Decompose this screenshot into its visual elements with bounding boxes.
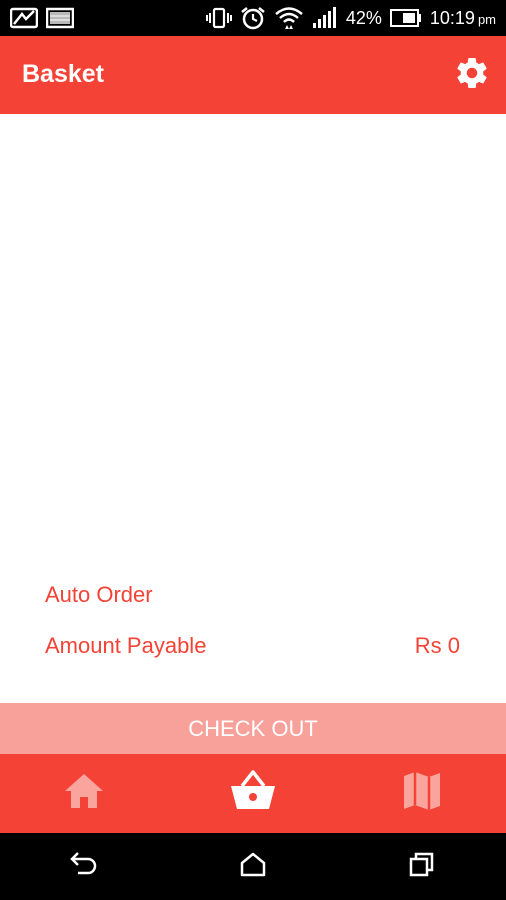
gear-icon: [454, 55, 490, 96]
tab-basket[interactable]: [169, 754, 338, 833]
tab-map[interactable]: [337, 754, 506, 833]
checkout-button[interactable]: CHECK OUT: [0, 703, 506, 754]
status-bar-left: [10, 7, 74, 29]
clock-ampm: pm: [477, 11, 496, 27]
image-icon: [46, 7, 74, 29]
clock-time: 10:19: [429, 7, 475, 28]
battery-percent: 42%: [345, 7, 382, 28]
home-icon: [239, 851, 267, 882]
page-title: Basket: [22, 60, 104, 88]
system-nav-bar: [0, 833, 506, 900]
auto-order-option[interactable]: Auto Order: [45, 582, 153, 608]
system-recents-button[interactable]: [337, 833, 506, 900]
system-back-button[interactable]: [0, 833, 169, 900]
status-bar: 42% 10:19 pm: [0, 0, 506, 36]
home-icon: [62, 771, 106, 816]
clock: 10:19 pm: [430, 8, 496, 29]
vibrate-icon: [205, 7, 232, 29]
back-icon: [69, 851, 99, 882]
basket-icon: [228, 769, 278, 818]
app-bar: Basket: [0, 36, 506, 114]
signal-icon: [312, 7, 338, 29]
recents-icon: [408, 851, 436, 882]
alarm-icon: [240, 6, 266, 30]
amount-payable-value: Rs 0: [414, 633, 460, 658]
map-icon: [401, 770, 443, 817]
status-bar-right: 42% 10:19 pm: [205, 5, 496, 31]
settings-button[interactable]: [452, 55, 492, 95]
amount-payable-label: Amount Payable: [45, 633, 207, 658]
system-home-button[interactable]: [169, 833, 338, 900]
wifi-icon: [274, 5, 304, 31]
basket-list: [0, 114, 506, 702]
bottom-nav: [0, 754, 506, 833]
image-icon: [10, 7, 38, 29]
battery-icon: [389, 9, 422, 27]
tab-home[interactable]: [0, 754, 169, 833]
